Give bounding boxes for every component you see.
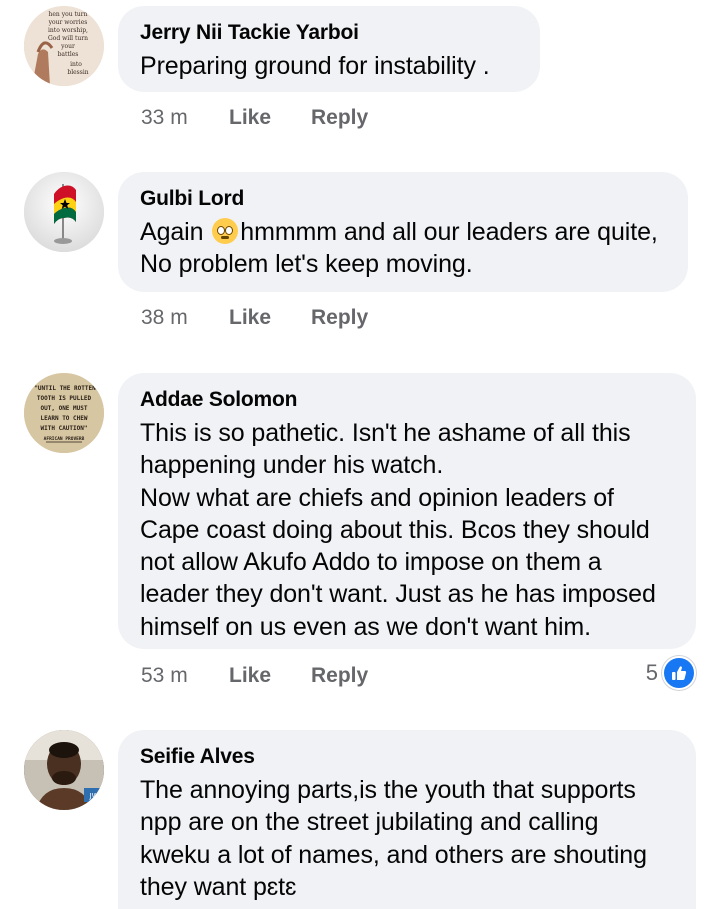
comment-text-line: Preparing ground for instability . [140, 52, 490, 80]
avatar-image: JW [24, 730, 104, 810]
avatar-quote-line: battles [58, 51, 79, 58]
comment-text-line: No problem let's keep moving. [140, 250, 473, 279]
reply-button[interactable]: Reply [311, 664, 368, 688]
comment-actions: 33 m Like Reply [141, 106, 368, 130]
comment-text-line: himself on us even as we don't want him. [140, 612, 592, 641]
comment-actions: 53 m Like Reply [141, 664, 368, 688]
avatar-addae[interactable]: "UNTIL THE ROTTEN TOOTH IS PULLED OUT, O… [24, 373, 104, 453]
like-button[interactable]: Like [229, 306, 311, 330]
comment-text-line: This is so pathetic. Isn't he ashame of … [140, 419, 631, 447]
avatar-quote-line: hen you turn [49, 11, 88, 18]
reaction-summary[interactable]: 5 [646, 656, 696, 690]
comment-bubble: Gulbi Lord Again hmmmm and all our leade… [118, 172, 688, 292]
avatar-quote-line: OUT, ONE MUST [41, 405, 88, 412]
comment-text-line: Now what are chiefs and opinion leaders … [140, 483, 614, 512]
thumbs-up-icon [662, 656, 696, 690]
comment-actions: 38 m Like Reply [141, 306, 368, 330]
comment-text-line: they want pɛtɛ [140, 872, 297, 901]
avatar-quote-line: blessin [67, 69, 88, 76]
reaction-count: 5 [645, 660, 658, 685]
comment-text-line: Again hmmmm and all our leaders are quit… [140, 216, 666, 248]
comment-timestamp[interactable]: 33 m [141, 106, 229, 130]
avatar-quote-line: into worship, [48, 27, 88, 34]
avatar-quote-line: WITH CAUTION" [41, 425, 88, 432]
avatar-jerry[interactable]: hen you turn your worries into worship, … [24, 6, 104, 86]
comment-text-line: npp are on the street jubilating and cal… [140, 808, 599, 837]
comment-text-line: The annoying parts,is the youth that sup… [140, 776, 636, 804]
avatar-quote-line: TOOTH IS PULLED [37, 395, 92, 402]
comment-timestamp[interactable]: 53 m [141, 664, 229, 688]
comment-author[interactable]: Addae Solomon [140, 387, 674, 413]
avatar-quote-line: "UNTIL THE ROTTEN [34, 385, 96, 392]
comment-text-segment: Again [140, 218, 211, 246]
comment-bubble: Seifie Alves The annoying parts,is the y… [118, 730, 696, 909]
comment-text: The annoying parts,is the youth that sup… [140, 774, 674, 903]
avatar-quote-line: into [70, 61, 82, 68]
reply-button[interactable]: Reply [311, 306, 368, 330]
avatar-image: "UNTIL THE ROTTEN TOOTH IS PULLED OUT, O… [24, 373, 104, 453]
comment-text-line: happening under his watch. [140, 451, 444, 480]
avatar-seifie[interactable]: JW [24, 730, 104, 810]
avatar-quote-line: your [60, 43, 75, 50]
reply-button[interactable]: Reply [311, 106, 368, 130]
avatar-quote-line: God will turn [48, 35, 88, 42]
comment-text: Preparing ground for instability . [140, 50, 518, 82]
comment-text-line: not allow Akufo Addo to impose on them a [140, 548, 602, 577]
comment-text-line: Cape coast doing about this. Bcos they s… [140, 515, 650, 544]
avatar-badge-text: JW [89, 792, 99, 800]
comment-bubble: Addae Solomon This is so pathetic. Isn't… [118, 373, 696, 649]
comment-text-line: leader they don't want. Just as he has i… [140, 580, 656, 609]
comment-text: This is so pathetic. Isn't he ashame of … [140, 417, 674, 643]
comment-text-segment: hmmmm and all our leaders are quite, [240, 218, 658, 246]
comment-timestamp[interactable]: 38 m [141, 306, 229, 330]
comment-author[interactable]: Gulbi Lord [140, 186, 666, 212]
comment-author[interactable]: Seifie Alves [140, 744, 674, 770]
comment-bubble: Jerry Nii Tackie Yarboi Preparing ground… [118, 6, 540, 92]
like-button[interactable]: Like [229, 106, 311, 130]
comment-text: Again hmmmm and all our leaders are quit… [140, 216, 666, 281]
ghana-flag-icon [24, 172, 104, 252]
avatar-gulbi[interactable] [24, 172, 104, 252]
like-button[interactable]: Like [229, 664, 311, 688]
avatar-quote-line: AFRICAN PROVERB [44, 436, 85, 442]
comment-text-line: kweku a lot of names, and others are sho… [140, 840, 647, 869]
rolling-eyes-emoji-icon [212, 218, 239, 244]
avatar-image: hen you turn your worries into worship, … [24, 6, 104, 86]
avatar-quote-line: your worries [48, 19, 88, 26]
comment-author[interactable]: Jerry Nii Tackie Yarboi [140, 20, 518, 46]
avatar-quote-line: LEARN TO CHEW [41, 415, 88, 422]
